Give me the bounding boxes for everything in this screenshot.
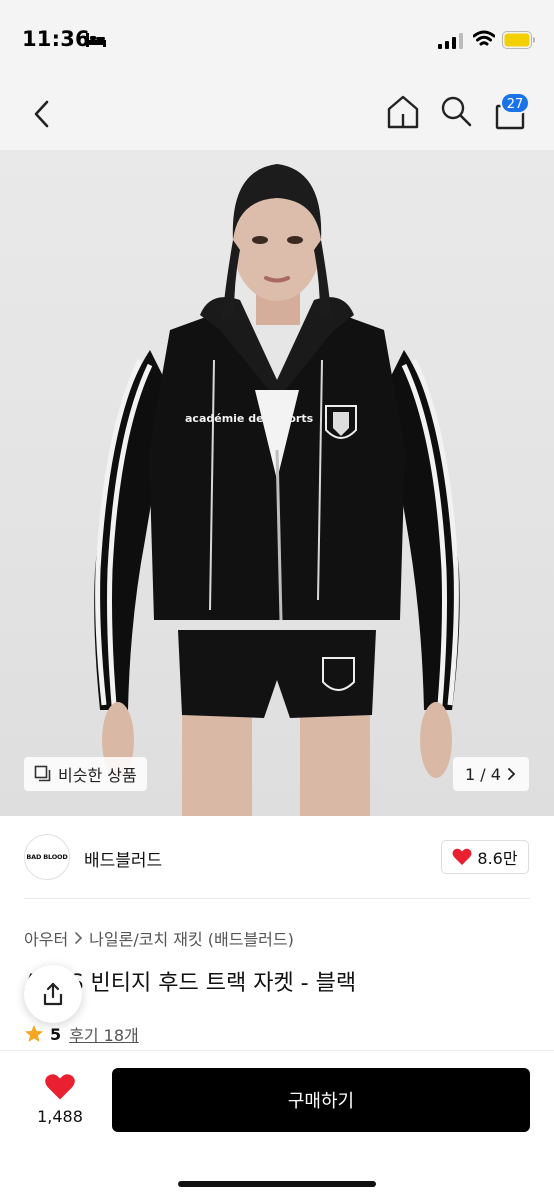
brand-logo-text: BAD BLOOD — [26, 853, 68, 861]
breadcrumb-category[interactable]: 아우터 — [24, 926, 68, 950]
rating-value: 5 — [50, 1024, 62, 1044]
similar-icon — [34, 765, 51, 782]
status-time: 11:36 — [22, 27, 90, 51]
breadcrumb: 아우터 나일론/코치 재킷 (배드블러드) — [24, 926, 294, 950]
brand-like-button[interactable]: 8.6만 — [441, 840, 529, 874]
wishlist-heart-icon[interactable] — [44, 1073, 76, 1101]
breadcrumb-subcategory[interactable]: 나일론/코치 재킷 (배드블러드) — [89, 926, 294, 950]
brand-like-count: 8.6만 — [477, 849, 518, 868]
search-icon[interactable] — [440, 95, 472, 127]
chevron-right-icon — [508, 768, 516, 780]
wishlist-count: 1,488 — [37, 1107, 83, 1126]
buy-button[interactable]: 구매하기 — [112, 1068, 530, 1132]
brand-row: BAD BLOOD 배드블러드 8.6만 — [0, 816, 554, 900]
image-pager-label: 1 / 4 — [465, 764, 501, 784]
rating-row: 5 후기 18개 — [24, 1022, 139, 1046]
brand-name[interactable]: 배드블러드 — [84, 846, 162, 871]
chest-logo-text: académie des sports — [185, 412, 314, 425]
back-icon[interactable] — [28, 98, 56, 130]
share-button[interactable] — [24, 965, 82, 1023]
star-icon — [25, 1025, 43, 1042]
battery-icon — [502, 31, 535, 49]
similar-products-button[interactable]: 비슷한 상품 — [24, 757, 147, 791]
heart-icon — [452, 848, 472, 865]
review-link[interactable]: 후기 18개 — [69, 1022, 139, 1046]
home-icon[interactable] — [386, 94, 420, 130]
image-pager[interactable]: 1 / 4 — [453, 757, 529, 791]
home-indicator[interactable] — [178, 1181, 376, 1187]
wifi-icon — [473, 30, 495, 46]
product-image[interactable]: académie des sports 비슷한 상품 1 / 4 — [0, 150, 554, 816]
chevron-right-icon — [75, 932, 83, 944]
status-bar: 11:36 — [0, 0, 554, 80]
divider — [24, 898, 530, 899]
similar-products-label: 비슷한 상품 — [58, 766, 137, 785]
bottom-bar: 1,488 구매하기 — [0, 1050, 554, 1200]
share-icon — [43, 982, 63, 1006]
signal-icon — [438, 33, 463, 49]
brand-logo[interactable]: BAD BLOOD — [24, 834, 70, 880]
product-photo: académie des sports — [94, 164, 460, 816]
nav-bar: 27 — [0, 80, 554, 150]
cart-badge: 27 — [500, 92, 530, 114]
bed-icon — [86, 33, 106, 47]
